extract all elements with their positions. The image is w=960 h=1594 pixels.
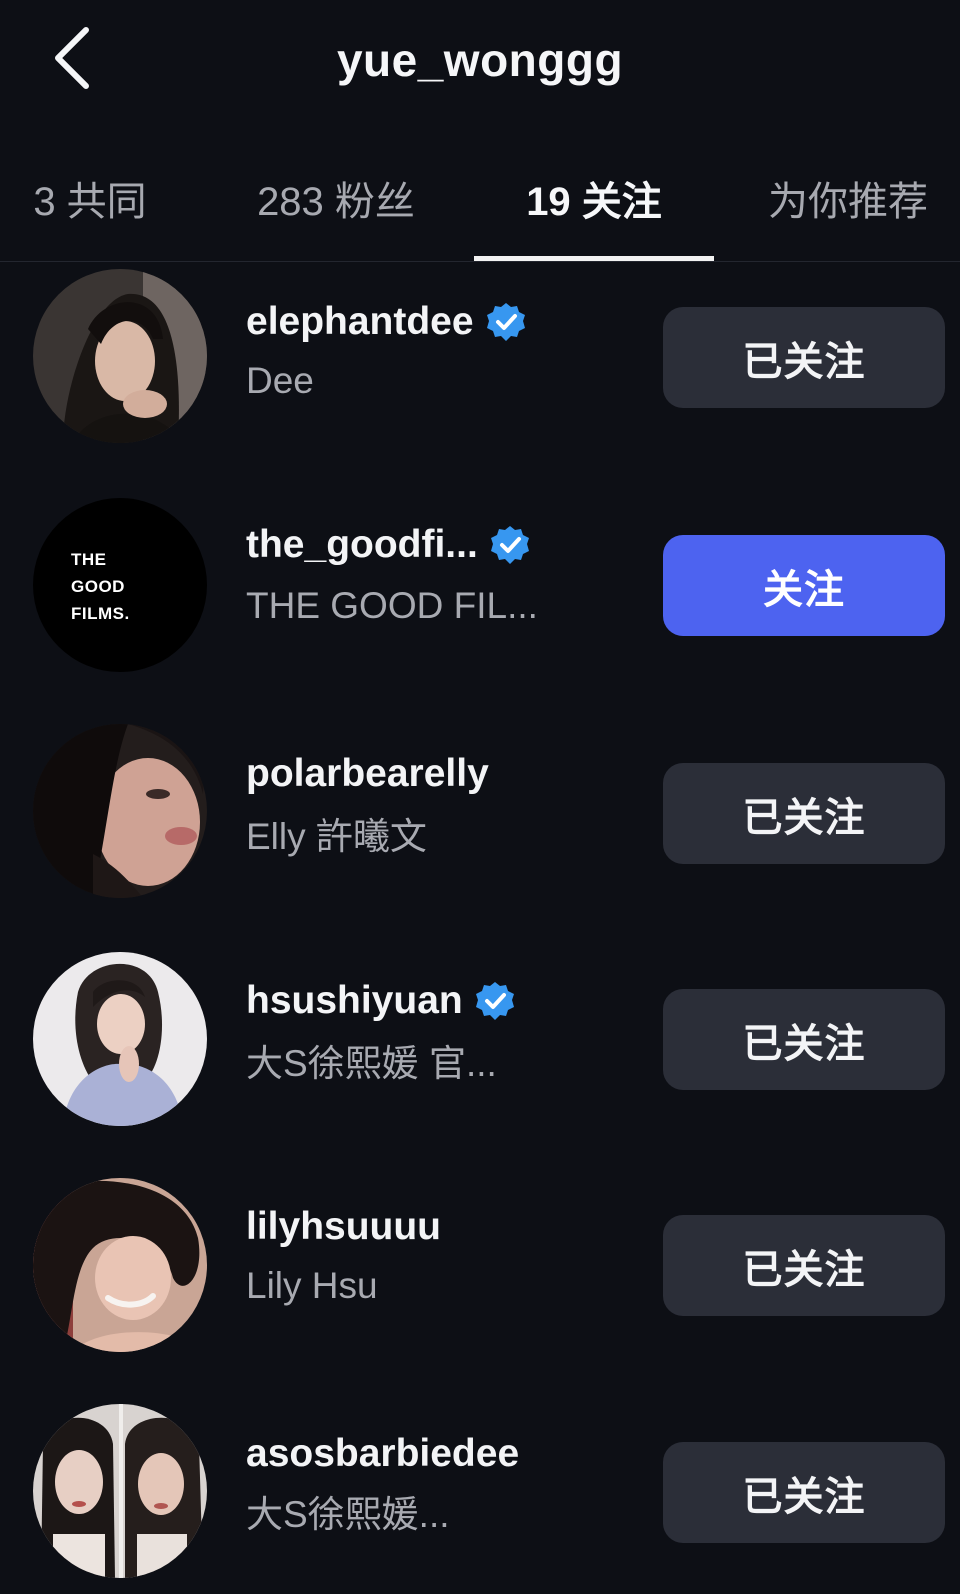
username-line: asosbarbiedee <box>246 1426 519 1482</box>
list-item[interactable]: asosbarbiedee 大S徐熙媛... 已关注 <box>0 1392 960 1594</box>
tab-suggested[interactable]: 为你推荐 <box>746 140 950 256</box>
username[interactable]: the_goodfi... <box>246 523 478 567</box>
list-item[interactable]: lilyhsuuuu Lily Hsu 已关注 <box>0 1166 960 1392</box>
username-line: polarbearelly <box>246 746 489 802</box>
username-line: the_goodfi... <box>246 517 530 573</box>
logo-text: THE GOOD FILMS. <box>71 550 130 623</box>
list-item[interactable]: hsushiyuan 大S徐熙媛 官... 已关注 <box>0 940 960 1166</box>
username[interactable]: polarbearelly <box>246 752 489 796</box>
verified-badge-icon <box>475 981 515 1021</box>
user-avatar[interactable] <box>33 1404 207 1578</box>
following-button[interactable]: 已关注 <box>663 989 945 1090</box>
app-root: yue_wonggg 3 共同 283 粉丝 19 关注 为你推荐 elepha… <box>0 0 960 1594</box>
user-avatar[interactable] <box>33 724 207 898</box>
top-bar: yue_wonggg <box>0 0 960 120</box>
following-button[interactable]: 已关注 <box>663 1215 945 1316</box>
display-name: Lily Hsu <box>246 1265 378 1306</box>
page-title: yue_wonggg <box>336 34 624 86</box>
following-button[interactable]: 已关注 <box>663 763 945 864</box>
follow-button[interactable]: 关注 <box>663 535 945 636</box>
chevron-left-icon <box>55 27 89 89</box>
list-item[interactable]: elephantdee Dee 已关注 <box>0 262 960 488</box>
user-avatar[interactable] <box>33 269 207 443</box>
username-line: elephantdee <box>246 294 526 350</box>
username-line: lilyhsuuuu <box>246 1199 441 1255</box>
display-name: THE GOOD FIL... <box>246 585 538 626</box>
username[interactable]: hsushiyuan <box>246 979 463 1023</box>
username-line: hsushiyuan <box>246 973 515 1029</box>
tab-bar: 3 共同 283 粉丝 19 关注 为你推荐 <box>0 140 960 262</box>
username[interactable]: asosbarbiedee <box>246 1432 519 1476</box>
user-avatar[interactable] <box>33 1178 207 1352</box>
display-name: 大S徐熙媛 官... <box>246 1043 497 1084</box>
user-avatar[interactable] <box>33 952 207 1126</box>
username[interactable]: elephantdee <box>246 300 474 344</box>
verified-badge-icon <box>486 302 526 342</box>
tab-mutual[interactable]: 3 共同 <box>0 140 180 256</box>
back-button[interactable] <box>40 18 104 98</box>
following-button[interactable]: 已关注 <box>663 1442 945 1543</box>
display-name: Elly 許曦文 <box>246 816 427 857</box>
list-item[interactable]: polarbearelly Elly 許曦文 已关注 <box>0 714 960 940</box>
the-good-films-logo[interactable]: THE GOOD FILMS. <box>33 498 207 672</box>
verified-badge-icon <box>490 525 530 565</box>
display-name: Dee <box>246 360 314 401</box>
display-name: 大S徐熙媛... <box>246 1494 450 1535</box>
list-item[interactable]: THE GOOD FILMS. the_goodfi... THE GOOD FIL… <box>0 488 960 714</box>
username[interactable]: lilyhsuuuu <box>246 1205 441 1249</box>
tab-following[interactable]: 19 关注 <box>474 140 714 256</box>
following-button[interactable]: 已关注 <box>663 307 945 408</box>
tab-followers[interactable]: 283 粉丝 <box>226 140 446 256</box>
